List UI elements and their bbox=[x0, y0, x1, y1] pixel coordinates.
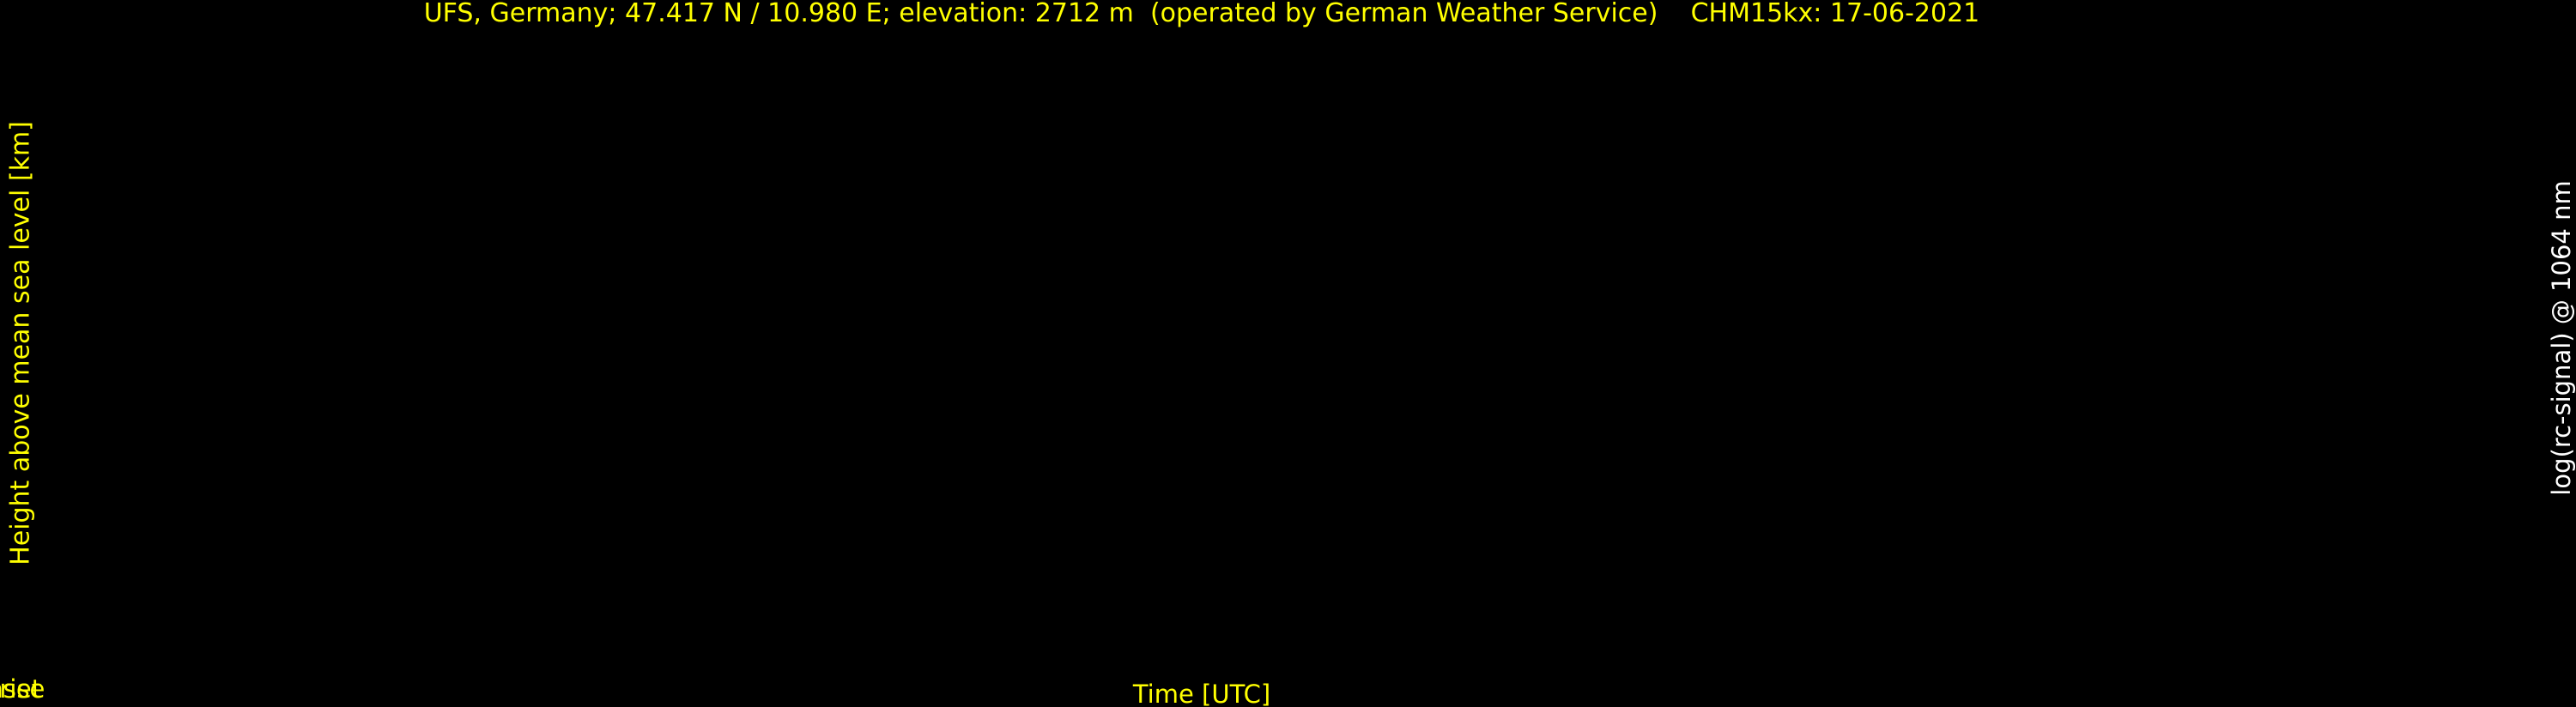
x-axis-label: Time [UTC] bbox=[1132, 680, 1271, 707]
y-axis-label: Height above mean sea level [km] bbox=[5, 121, 36, 565]
sunset-label: sunset bbox=[0, 674, 42, 704]
ceilometer-heatmap-canvas bbox=[0, 0, 2576, 707]
plot-title: UFS, Germany; 47.417 N / 10.980 E; eleva… bbox=[423, 0, 1980, 28]
colorbar-label: log(rc-signal) @ 1064 nm bbox=[2547, 180, 2576, 496]
ceilometer-quicklook-figure: UFS, Germany; 47.417 N / 10.980 E; eleva… bbox=[0, 0, 2576, 707]
